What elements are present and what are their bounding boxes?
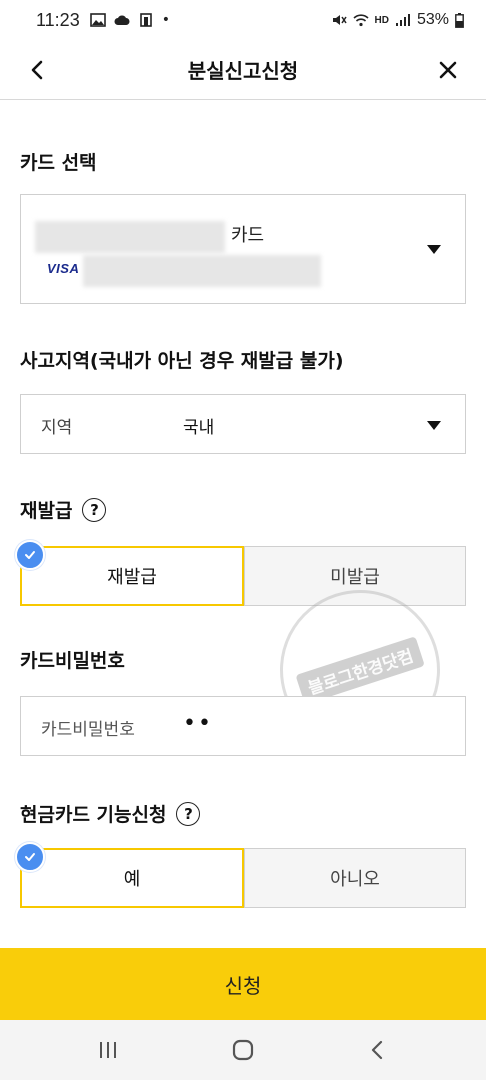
chevron-left-icon <box>31 60 43 80</box>
close-button[interactable] <box>434 56 462 84</box>
page-title: 분실신고신청 <box>187 59 299 83</box>
cash-card-label: 현금카드 기능신청 ? <box>20 800 201 827</box>
cast-icon <box>139 13 152 27</box>
cash-card-option-yes[interactable]: 예 <box>20 848 244 908</box>
cash-card-toggle: 예 아니오 <box>20 848 466 908</box>
status-left-icons: • <box>89 12 170 28</box>
header: 분실신고신청 <box>0 40 486 100</box>
password-label-text: 카드비밀번호 <box>20 650 125 672</box>
card-name-suffix: 카드 <box>231 225 265 246</box>
reissue-label-text: 재발급 <box>20 500 73 522</box>
home-icon <box>232 1039 254 1061</box>
masked-card-number <box>83 255 321 287</box>
visa-logo: VISA <box>47 261 80 276</box>
help-icon[interactable]: ? <box>176 801 201 826</box>
check-icon <box>15 540 45 570</box>
wifi-icon <box>352 14 369 27</box>
help-icon[interactable]: ? <box>82 497 107 522</box>
home-button[interactable] <box>223 1030 263 1070</box>
close-icon <box>439 61 457 79</box>
region-label: 사고지역(국내가 아닌 경우 재발급 불가) <box>20 346 344 373</box>
region-field-label: 지역 <box>41 418 73 438</box>
password-label: 카드비밀번호 <box>20 646 125 673</box>
password-placeholder-label: 카드비밀번호 <box>41 720 135 740</box>
region-label-text: 사고지역(국내가 아닌 경우 재발급 불가) <box>20 350 344 372</box>
signal-icon <box>395 14 410 26</box>
reissue-toggle: 재발급 미발급 <box>20 546 466 606</box>
cash-card-label-text: 현금카드 기능신청 <box>20 804 167 826</box>
reissue-option-yes[interactable]: 재발급 <box>20 546 244 606</box>
dropdown-arrow-icon <box>427 421 441 430</box>
recent-apps-button[interactable] <box>88 1030 128 1070</box>
card-select-dropdown[interactable]: 카드 VISA <box>20 194 466 304</box>
nav-back-button[interactable] <box>358 1030 398 1070</box>
cloud-icon <box>114 15 130 26</box>
card-select-label: 카드 선택 <box>20 148 97 175</box>
status-dot: • <box>161 12 170 28</box>
battery-icon <box>455 12 464 28</box>
watermark-text: 블로그한경닷컴 <box>295 635 425 705</box>
check-icon <box>15 842 45 872</box>
back-button[interactable] <box>24 56 52 84</box>
back-arrow-icon <box>372 1040 383 1060</box>
submit-button[interactable]: 신청 <box>0 948 486 1020</box>
card-select-label-text: 카드 선택 <box>20 152 97 174</box>
status-bar: 11:23 • HD 53% <box>0 0 486 40</box>
password-field[interactable]: 카드비밀번호 •• <box>20 696 466 756</box>
password-value: •• <box>183 711 213 736</box>
system-nav-bar <box>0 1020 486 1080</box>
battery-percent: 53% <box>416 11 449 28</box>
cash-card-option-no[interactable]: 아니오 <box>244 848 466 908</box>
recent-apps-icon <box>99 1042 116 1058</box>
masked-card-name <box>35 221 225 253</box>
region-dropdown[interactable]: 지역 국내 <box>20 394 466 454</box>
dropdown-arrow-icon <box>427 245 441 254</box>
image-icon <box>89 13 106 27</box>
mute-icon <box>332 15 347 25</box>
status-time: 11:23 <box>36 9 80 30</box>
reissue-label: 재발급 ? <box>20 496 107 523</box>
region-value: 국내 <box>183 418 215 438</box>
status-right: HD 53% <box>331 11 464 29</box>
hd-label: HD <box>374 14 389 26</box>
